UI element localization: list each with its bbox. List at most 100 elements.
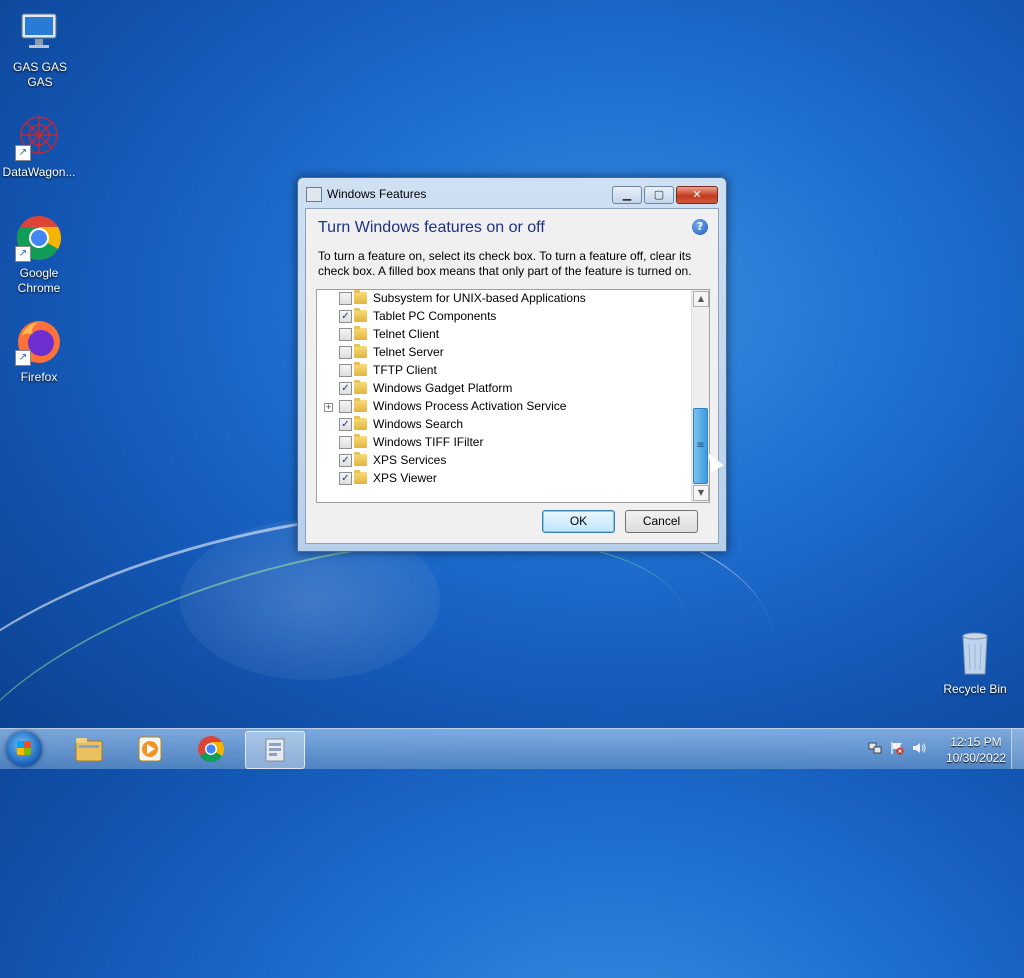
- show-desktop-button[interactable]: [1011, 729, 1024, 769]
- feature-label: Windows Gadget Platform: [373, 381, 513, 395]
- feature-label: XPS Services: [373, 453, 447, 467]
- clock-time: 12:15 PM: [950, 735, 1002, 749]
- computer-icon: [16, 8, 64, 56]
- close-icon: ✕: [692, 188, 702, 201]
- feature-label: TFTP Client: [373, 363, 437, 377]
- folder-icon: [354, 344, 367, 358]
- desktop-icon-datawagon[interactable]: ↗ DataWagon...: [0, 113, 79, 180]
- dialog-titlebar[interactable]: Windows Features ▁ ▢ ✕: [298, 178, 726, 206]
- clock-date: 10/30/2022: [945, 751, 1006, 765]
- feature-checkbox[interactable]: [339, 346, 352, 359]
- feature-checkbox[interactable]: ✓: [339, 472, 352, 485]
- feature-row[interactable]: ✓ Windows Search: [317, 416, 691, 434]
- taskbar-windows-features[interactable]: [245, 731, 305, 769]
- taskbar-media-player[interactable]: [121, 731, 179, 767]
- feature-checkbox[interactable]: ✓: [339, 454, 352, 467]
- feature-checkbox[interactable]: ✓: [339, 310, 352, 323]
- dialog-heading: Turn Windows features on or off: [318, 219, 545, 236]
- feature-label: Subsystem for UNIX-based Applications: [373, 291, 586, 305]
- folder-icon: [354, 326, 367, 340]
- shortcut-arrow-icon: ↗: [15, 350, 31, 366]
- minimize-button[interactable]: ▁: [612, 186, 642, 204]
- feature-row[interactable]: ✓ XPS Services: [317, 452, 691, 470]
- feature-checkbox[interactable]: [339, 328, 352, 341]
- feature-row[interactable]: + Windows Process Activation Service: [317, 398, 691, 416]
- minimize-icon: ▁: [622, 188, 632, 201]
- desktop-icon-recycle-bin[interactable]: Recycle Bin: [935, 630, 1015, 697]
- scrollbar-thumb[interactable]: ≡: [693, 408, 708, 484]
- feature-checkbox[interactable]: ✓: [339, 382, 352, 395]
- feature-checkbox[interactable]: [339, 436, 352, 449]
- scroll-up-arrow-icon[interactable]: ▲: [693, 291, 709, 307]
- scroll-down-arrow-icon[interactable]: ▼: [693, 485, 709, 501]
- dialog-client-area: Turn Windows features on or off ? To tur…: [305, 208, 719, 544]
- maximize-button[interactable]: ▢: [644, 186, 674, 204]
- desktop-icon-label: DataWagon...: [2, 165, 76, 179]
- feature-checkbox[interactable]: [339, 292, 352, 305]
- features-tree[interactable]: Subsystem for UNIX-based Applications ✓ Ta…: [316, 289, 710, 503]
- expand-icon[interactable]: +: [324, 403, 333, 412]
- feature-checkbox[interactable]: [339, 364, 352, 377]
- close-button[interactable]: ✕: [676, 186, 718, 204]
- folder-icon: [354, 398, 367, 412]
- action-center-flag-icon[interactable]: [890, 741, 904, 755]
- desktop-icon-firefox[interactable]: ↗ Firefox: [0, 318, 79, 385]
- folder-icon: [354, 452, 367, 466]
- start-button[interactable]: [6, 731, 42, 767]
- desktop-icon-label: Firefox: [20, 370, 58, 384]
- folder-icon: [354, 362, 367, 376]
- folder-icon: [354, 380, 367, 394]
- ok-button[interactable]: OK: [542, 510, 615, 533]
- grip-icon: ≡: [696, 440, 705, 451]
- taskbar-file-explorer[interactable]: [60, 731, 118, 767]
- feature-label: Telnet Client: [373, 327, 440, 341]
- folder-icon: [354, 308, 367, 322]
- dialog-title: Windows Features: [327, 187, 427, 201]
- feature-label: XPS Viewer: [373, 471, 437, 485]
- desktop-icon-label: Recycle Bin: [943, 682, 1007, 696]
- feature-row[interactable]: ✓ Tablet PC Components: [317, 308, 691, 326]
- feature-row[interactable]: Subsystem for UNIX-based Applications: [317, 290, 691, 308]
- feature-checkbox[interactable]: [339, 400, 352, 413]
- folder-icon: [354, 470, 367, 484]
- volume-icon[interactable]: [912, 741, 926, 755]
- network-icon[interactable]: [868, 741, 882, 755]
- feature-row[interactable]: Windows TIFF IFilter: [317, 434, 691, 452]
- maximize-icon: ▢: [653, 188, 665, 201]
- feature-row[interactable]: ✓ XPS Viewer: [317, 470, 691, 488]
- feature-row[interactable]: TFTP Client: [317, 362, 691, 380]
- chrome-icon: [196, 735, 226, 763]
- feature-row[interactable]: ✓ Windows Gadget Platform: [317, 380, 691, 398]
- cancel-button[interactable]: Cancel: [625, 510, 698, 533]
- file-explorer-icon: [74, 735, 104, 763]
- desktop-icon-chrome[interactable]: ↗ Google Chrome: [0, 214, 79, 296]
- windows-features-dialog: Windows Features ▁ ▢ ✕ Turn Windows feat…: [297, 177, 727, 552]
- dialog-description: To turn a feature on, select its check b…: [318, 249, 692, 278]
- taskbar: 12:15 PM 10/30/2022: [0, 728, 1024, 769]
- windows-features-icon: [260, 736, 290, 764]
- folder-icon: [354, 434, 367, 448]
- help-icon[interactable]: ?: [692, 219, 708, 235]
- windows-features-icon: [306, 187, 322, 202]
- folder-icon: [354, 416, 367, 430]
- feature-label: Telnet Server: [373, 345, 444, 359]
- taskbar-chrome[interactable]: [182, 731, 240, 767]
- feature-label: Windows Search: [373, 417, 464, 431]
- media-player-icon: [135, 735, 165, 763]
- feature-row[interactable]: Telnet Client: [317, 326, 691, 344]
- feature-label: Tablet PC Components: [373, 309, 497, 323]
- taskbar-clock[interactable]: 12:15 PM 10/30/2022: [946, 734, 1006, 766]
- caption-buttons: ▁ ▢ ✕: [610, 186, 718, 204]
- vertical-scrollbar[interactable]: ▲ ≡ ▼: [691, 290, 709, 502]
- datawagon-icon: ↗: [15, 113, 63, 161]
- firefox-icon: ↗: [15, 318, 63, 366]
- desktop-icon-computer[interactable]: GAS GAS GAS: [0, 8, 80, 90]
- desktop-icon-label: Google Chrome: [17, 266, 61, 295]
- feature-row[interactable]: Telnet Server: [317, 344, 691, 362]
- feature-checkbox[interactable]: ✓: [339, 418, 352, 431]
- chrome-icon: ↗: [15, 214, 63, 262]
- folder-icon: [354, 290, 367, 304]
- system-tray: 12:15 PM 10/30/2022: [854, 729, 1024, 769]
- recycle-bin-icon: [951, 630, 999, 678]
- feature-label: Windows TIFF IFilter: [373, 435, 484, 449]
